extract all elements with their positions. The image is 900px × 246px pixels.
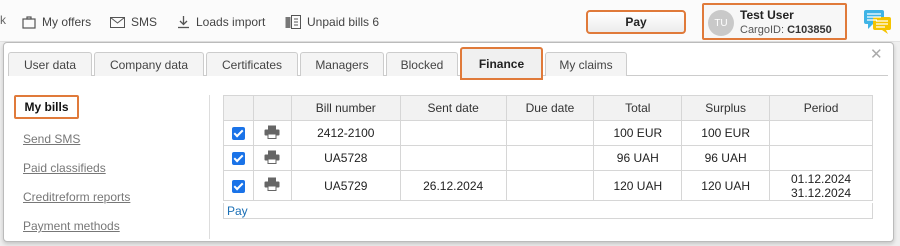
tab-blocked[interactable]: Blocked xyxy=(386,52,458,76)
table-row: 2412-2100 100 EUR 100 EUR xyxy=(223,120,873,146)
table-row: UA5728 96 UAH 96 UAH xyxy=(223,145,873,171)
sent-date: 26.12.2024 xyxy=(399,170,507,201)
printer-icon[interactable] xyxy=(264,125,280,139)
sidebar-item-my-bills[interactable]: My bills xyxy=(14,95,79,119)
top-bar: k My offers SMS Loads import Unpaid bill… xyxy=(0,0,900,42)
header-bill-number[interactable]: Bill number xyxy=(290,95,401,121)
sidebar-item-creditreform-reports[interactable]: Creditreform reports xyxy=(23,190,130,204)
table-footer: Pay xyxy=(223,203,873,219)
table-header-row: Bill number Sent date Due date Total Sur… xyxy=(223,95,873,121)
surplus: 100 EUR xyxy=(681,120,771,146)
total: 96 UAH xyxy=(593,145,683,171)
header-sent-date[interactable]: Sent date xyxy=(399,95,507,121)
user-name: Test User xyxy=(740,8,794,22)
due-date xyxy=(505,120,595,146)
partial-nav-icon: k xyxy=(0,13,6,27)
bill-number: UA5729 xyxy=(290,170,401,201)
bills-icon xyxy=(285,15,301,29)
header-print xyxy=(252,95,292,121)
pay-selected-link[interactable]: Pay xyxy=(227,204,248,218)
header-select xyxy=(223,95,254,121)
cargo-id-value: C103850 xyxy=(787,24,832,36)
download-icon xyxy=(178,16,189,29)
due-date xyxy=(505,170,595,201)
surplus: 120 UAH xyxy=(681,170,771,201)
tab-user-data[interactable]: User data xyxy=(8,52,92,76)
row-checkbox[interactable] xyxy=(231,127,245,141)
sent-date xyxy=(399,145,507,171)
user-account-box[interactable]: TU Test User CargoID: C103850 xyxy=(702,3,847,40)
header-period[interactable]: Period xyxy=(769,95,873,121)
cargo-id-prefix: CargoID: xyxy=(740,24,788,36)
row-checkbox[interactable] xyxy=(231,179,245,193)
header-total[interactable]: Total xyxy=(593,95,683,121)
cargo-id: CargoID: C103850 xyxy=(740,24,832,36)
sms-link[interactable]: SMS xyxy=(110,14,157,30)
tab-managers[interactable]: Managers xyxy=(300,52,384,76)
sms-label: SMS xyxy=(131,15,158,29)
bills-table: Bill number Sent date Due date Total Sur… xyxy=(223,95,873,201)
tab-certificates[interactable]: Certificates xyxy=(206,52,298,76)
unpaid-bills-link[interactable]: Unpaid bills 6 xyxy=(285,14,379,30)
due-date xyxy=(505,145,595,171)
sidebar-item-payment-methods[interactable]: Payment methods xyxy=(23,219,120,233)
briefcase-icon xyxy=(22,15,36,29)
bill-number: UA5728 xyxy=(290,145,401,171)
header-surplus[interactable]: Surplus xyxy=(681,95,771,121)
total: 120 UAH xyxy=(593,170,683,201)
period xyxy=(769,145,873,171)
pay-button[interactable]: Pay xyxy=(586,10,686,34)
header-due-date[interactable]: Due date xyxy=(505,95,595,121)
tab-company-data[interactable]: Company data xyxy=(94,52,204,76)
avatar: TU xyxy=(708,10,734,36)
unpaid-bills-label: Unpaid bills 6 xyxy=(307,15,380,29)
finance-panel: ✕ User data Company data Certificates Ma… xyxy=(3,42,894,242)
surplus: 96 UAH xyxy=(681,145,771,171)
period xyxy=(769,120,873,146)
total: 100 EUR xyxy=(593,120,683,146)
tab-my-claims[interactable]: My claims xyxy=(545,52,627,76)
sent-date xyxy=(399,120,507,146)
tab-bar: User data Company data Certificates Mana… xyxy=(8,47,888,80)
printer-icon[interactable] xyxy=(264,150,280,164)
chat-icon[interactable] xyxy=(863,8,893,34)
my-offers-link[interactable]: My offers xyxy=(22,14,91,30)
loads-import-link[interactable]: Loads import xyxy=(177,14,265,30)
row-checkbox[interactable] xyxy=(231,152,245,166)
envelope-icon xyxy=(110,16,125,28)
bill-number: 2412-2100 xyxy=(290,120,401,146)
sidebar-item-paid-classifieds[interactable]: Paid classifieds xyxy=(23,161,106,175)
tab-finance[interactable]: Finance xyxy=(460,47,543,80)
period-to: 31.12.2024 xyxy=(791,185,852,200)
period-from: 01.12.2024 xyxy=(791,171,852,186)
table-row: UA5729 26.12.2024 120 UAH 120 UAH 01.12.… xyxy=(223,170,873,201)
period: 01.12.2024 31.12.2024 xyxy=(769,170,873,201)
divider xyxy=(209,95,210,239)
printer-icon[interactable] xyxy=(264,177,280,191)
sidebar-item-send-sms[interactable]: Send SMS xyxy=(23,132,80,146)
loads-import-label: Loads import xyxy=(196,15,266,29)
my-offers-label: My offers xyxy=(42,15,92,29)
